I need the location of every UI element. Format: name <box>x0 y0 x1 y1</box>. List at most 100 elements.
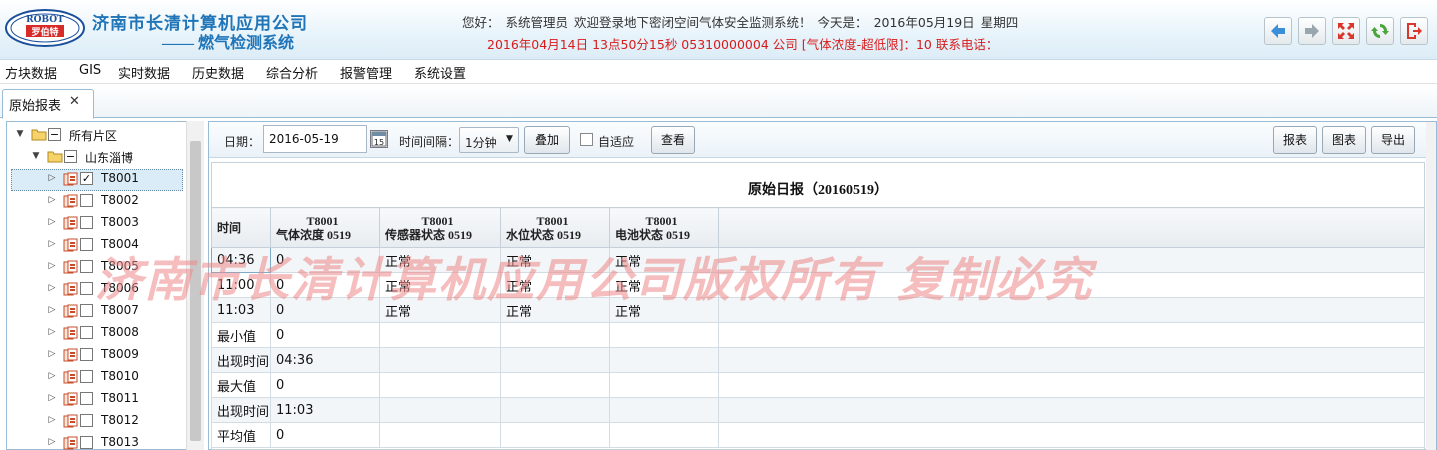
node-checkbox[interactable] <box>80 304 93 317</box>
tree-node-device[interactable]: ▷ T8002 <box>0 190 185 212</box>
column-header[interactable]: T8001 传感器状态 0519 <box>379 207 501 248</box>
node-checkbox[interactable] <box>80 348 93 361</box>
table-row[interactable]: 04:36 0 正常 正常 正常 <box>211 247 1425 273</box>
chart-button[interactable]: 图表 <box>1322 126 1366 154</box>
export-button[interactable]: 导出 <box>1371 126 1415 154</box>
menu-item-realtime[interactable]: 实时数据 <box>118 63 170 82</box>
table-cell: 0 <box>270 322 380 348</box>
expand-toggle-icon[interactable]: ▼ <box>15 129 25 139</box>
node-checkbox[interactable] <box>80 194 93 207</box>
tree-node-device[interactable]: ▷ T8004 <box>0 234 185 256</box>
collapse-toggle-icon[interactable]: ▷ <box>47 239 57 249</box>
collapse-toggle-icon[interactable]: ▷ <box>47 371 57 381</box>
node-checkbox[interactable] <box>80 260 93 273</box>
view-button[interactable]: 查看 <box>651 126 695 154</box>
weekday: 星期四 <box>980 15 1019 30</box>
tree-node-device[interactable]: ▷ ✓ T8001 <box>0 168 185 190</box>
node-checkbox[interactable] <box>80 238 93 251</box>
menu-item-analysis[interactable]: 综合分析 <box>266 63 318 82</box>
refresh-button[interactable] <box>1366 17 1394 45</box>
node-checkbox[interactable]: − <box>64 150 77 163</box>
table-row[interactable]: 最大值 0 <box>211 372 1425 398</box>
column-header[interactable]: T8001 水位状态 0519 <box>500 207 610 248</box>
table-row[interactable]: 出现时间 04:36 <box>211 347 1425 373</box>
arrow-left-icon <box>1271 24 1285 38</box>
node-checkbox[interactable] <box>80 392 93 405</box>
menu-item-block-data[interactable]: 方块数据 <box>5 63 57 82</box>
close-icon[interactable]: ✕ <box>69 94 80 109</box>
table-row[interactable]: 11:00 0 正常 正常 正常 <box>211 272 1425 298</box>
column-header-time[interactable]: 时间 <box>211 207 271 248</box>
tree-scrollbar[interactable] <box>186 121 204 450</box>
menu-item-alarm[interactable]: 报警管理 <box>340 63 392 82</box>
tree-node-root[interactable]: ▼ − 所有片区 <box>0 124 185 146</box>
logout-button[interactable] <box>1400 17 1428 45</box>
table-row[interactable]: 最小值 0 <box>211 322 1425 348</box>
node-checkbox[interactable] <box>80 414 93 427</box>
node-checkbox[interactable]: ✓ <box>80 172 93 185</box>
node-checkbox[interactable] <box>80 436 93 449</box>
date-input[interactable]: 2016-05-19 <box>263 125 367 153</box>
column-header[interactable]: T8001 气体浓度 0519 <box>270 207 380 248</box>
collapse-toggle-icon[interactable]: ▷ <box>47 261 57 271</box>
row-time-cell: 最大值 <box>211 372 271 398</box>
back-button[interactable] <box>1264 17 1292 45</box>
expand-toggle-icon[interactable]: ▼ <box>31 151 41 161</box>
node-checkbox[interactable] <box>80 282 93 295</box>
node-checkbox[interactable] <box>80 370 93 383</box>
tree-node-device[interactable]: ▷ T8006 <box>0 278 185 300</box>
collapse-toggle-icon[interactable]: ▷ <box>47 195 57 205</box>
collapse-toggle-icon[interactable]: ▷ <box>47 327 57 337</box>
collapse-toggle-icon[interactable]: ▷ <box>47 349 57 359</box>
tree-node-device[interactable]: ▷ T8005 <box>0 256 185 278</box>
interval-select[interactable]: 1分钟 ▼ <box>459 127 519 153</box>
collapse-toggle-icon[interactable]: ▷ <box>47 217 57 227</box>
tree-node-label: T8003 <box>101 215 139 229</box>
table-row[interactable]: 平均值 0 <box>211 422 1425 448</box>
node-checkbox[interactable]: − <box>48 128 61 141</box>
table-cell: 0 <box>270 247 380 273</box>
device-icon <box>63 414 78 428</box>
tree-node-device[interactable]: ▷ T8011 <box>0 388 185 410</box>
tree-node-device[interactable]: ▷ T8009 <box>0 344 185 366</box>
tree-node-device[interactable]: ▷ T8013 <box>0 432 185 450</box>
collapse-toggle-icon[interactable]: ▷ <box>47 415 57 425</box>
collapse-toggle-icon[interactable]: ▷ <box>47 437 57 447</box>
tree-node-device[interactable]: ▷ T8012 <box>0 410 185 432</box>
folder-icon <box>47 150 63 163</box>
tree-node-device[interactable]: ▷ T8010 <box>0 366 185 388</box>
page-scrollbar[interactable] <box>1426 122 1436 450</box>
node-checkbox[interactable] <box>80 216 93 229</box>
scrollbar-thumb[interactable] <box>190 141 201 441</box>
table-row[interactable]: 11:03 0 正常 正常 正常 <box>211 297 1425 323</box>
collapse-toggle-icon[interactable]: ▷ <box>47 305 57 315</box>
table-row[interactable]: 出现时间 11:03 <box>211 397 1425 423</box>
table-cell <box>500 322 610 348</box>
menu-item-settings[interactable]: 系统设置 <box>414 63 466 82</box>
table-cell: 正常 <box>609 247 719 273</box>
tree-node-device[interactable]: ▷ T8008 <box>0 322 185 344</box>
tree-node-label: T8007 <box>101 303 139 317</box>
tab-raw-report[interactable]: 原始报表 ✕ <box>2 89 94 119</box>
alarm-marquee[interactable]: 2016年04月14日 13点50分15秒 05310000004 公司 [气体… <box>487 34 998 53</box>
report-button[interactable]: 报表 <box>1273 126 1317 154</box>
fit-checkbox[interactable] <box>580 133 593 146</box>
tree-node-label: T8001 <box>101 171 139 185</box>
tree-node-region[interactable]: ▼ − 山东淄博 <box>0 146 185 168</box>
tree-node-device[interactable]: ▷ T8007 <box>0 300 185 322</box>
calendar-icon[interactable]: 15 <box>370 130 388 148</box>
overlay-button[interactable]: 叠加 <box>524 126 570 154</box>
forward-button[interactable] <box>1298 17 1326 45</box>
collapse-toggle-icon[interactable]: ▷ <box>47 283 57 293</box>
collapse-toggle-icon[interactable]: ▷ <box>47 173 57 183</box>
row-time-cell: 最小值 <box>211 322 271 348</box>
tree-node-device[interactable]: ▷ T8003 <box>0 212 185 234</box>
menu-item-gis[interactable]: GIS <box>79 63 101 78</box>
tree-node-label: T8010 <box>101 369 139 383</box>
node-checkbox[interactable] <box>80 326 93 339</box>
table-cell <box>718 397 1425 423</box>
menu-item-history[interactable]: 历史数据 <box>192 63 244 82</box>
column-header[interactable]: T8001 电池状态 0519 <box>609 207 719 248</box>
fullscreen-button[interactable] <box>1332 17 1360 45</box>
collapse-toggle-icon[interactable]: ▷ <box>47 393 57 403</box>
